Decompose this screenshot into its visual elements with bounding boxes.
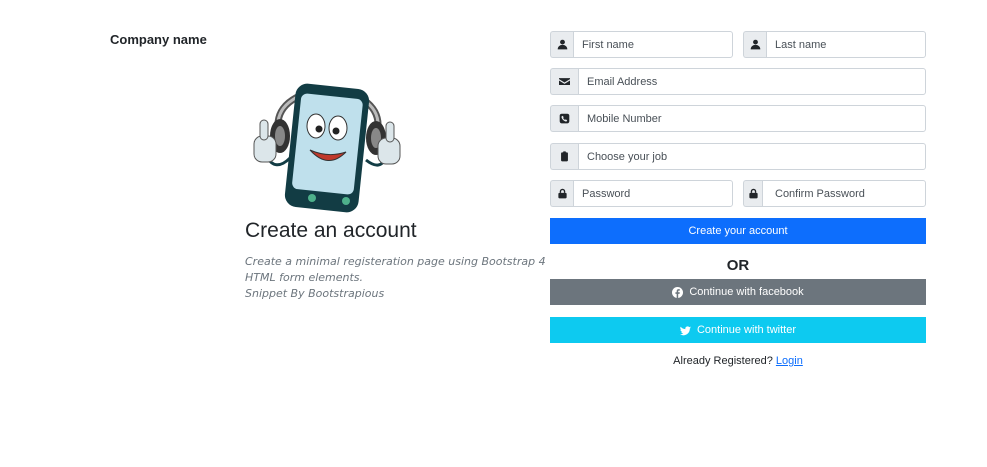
email-field[interactable]: [578, 68, 926, 95]
job-group: [550, 143, 926, 170]
or-divider: OR: [726, 257, 750, 274]
last-name-field[interactable]: [766, 31, 926, 58]
password-group: [550, 180, 733, 207]
mobile-number-field[interactable]: [578, 105, 926, 132]
login-prompt-text: Already Registered?: [673, 355, 773, 367]
create-account-button[interactable]: Create your account: [550, 218, 926, 244]
description-line: Create a minimal registeration page usin…: [245, 255, 546, 268]
create-account-label: Create your account: [688, 225, 788, 237]
mascot-phone-illustration: [253, 83, 401, 213]
facebook-icon: [672, 286, 684, 298]
job-select[interactable]: [578, 143, 926, 170]
twitter-label: Continue with twitter: [696, 324, 797, 336]
facebook-signup-button[interactable]: Continue with facebook: [550, 279, 926, 305]
first-name-group: [550, 31, 733, 58]
mobile-group: [550, 105, 926, 132]
clipboard-icon: [550, 143, 578, 170]
confirm-password-field[interactable]: [762, 180, 926, 207]
twitter-signup-button[interactable]: Continue with twitter: [550, 317, 926, 343]
phone-icon: [550, 105, 578, 132]
user-icon: [550, 31, 573, 58]
description-line: HTML form elements.: [245, 271, 364, 284]
user-icon: [743, 31, 766, 58]
facebook-label: Continue with facebook: [689, 286, 804, 298]
page-description: Create a minimal registeration page usin…: [245, 254, 546, 302]
last-name-group: [743, 31, 926, 58]
page-title: Create an account: [245, 219, 417, 242]
envelope-icon: [550, 68, 578, 95]
twitter-icon: [679, 325, 691, 335]
brand-name[interactable]: Company name: [110, 32, 207, 47]
first-name-field[interactable]: [573, 31, 733, 58]
credit-line: Snippet By Bootstrapious: [245, 287, 385, 300]
lock-icon: [550, 180, 573, 207]
email-group: [550, 68, 926, 95]
lock-icon: [743, 180, 762, 207]
login-prompt: Already Registered? Login: [550, 355, 926, 367]
login-link[interactable]: Login: [776, 355, 803, 367]
password-field[interactable]: [573, 180, 733, 207]
confirm-password-group: [743, 180, 926, 207]
